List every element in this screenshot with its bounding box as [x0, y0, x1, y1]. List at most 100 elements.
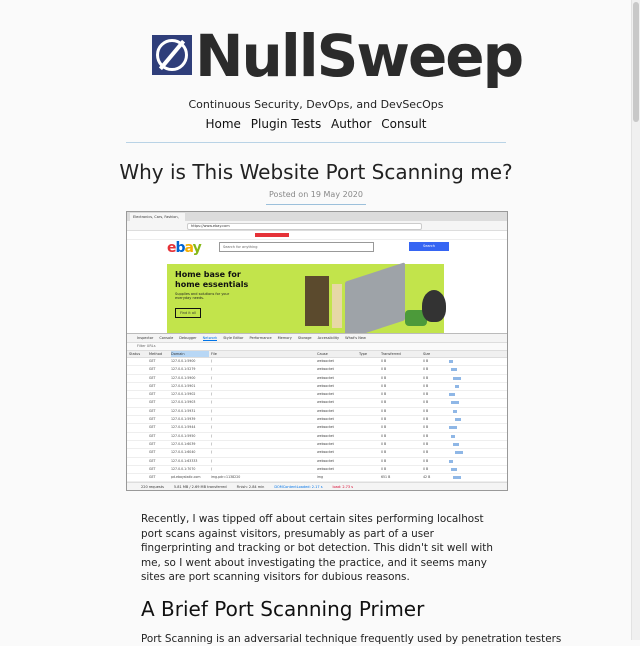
waterfall-bar: [449, 426, 457, 430]
section-paragraph: Port Scanning is an adversarial techniqu…: [141, 633, 562, 645]
network-cell-domain: 127.0.0.1:6040: [171, 450, 196, 455]
network-cell-file: /: [211, 466, 213, 471]
waterfall-bar: [449, 459, 453, 463]
coffee-bag-image: [305, 276, 329, 326]
network-cell-trans: 0 B: [381, 392, 387, 397]
main-nav: Home Plugin Tests Author Consult: [0, 117, 632, 131]
network-row: GET 127.0.0.1:5931 / websocket 0 B 0 B: [127, 408, 507, 417]
network-cell-method: GET: [149, 441, 156, 446]
network-cell-size: 0 B: [423, 450, 429, 455]
network-cell-file: /: [211, 359, 213, 363]
nav-home[interactable]: Home: [206, 117, 241, 131]
network-cell-cause: websocket: [317, 425, 334, 430]
devtools-panel: Inspector Console Debugger Network Style Edi…: [127, 333, 507, 490]
waterfall-bar: [453, 442, 459, 446]
network-cell-domain: 127.0.0.1:5903: [171, 400, 196, 405]
network-cell-cause: websocket: [317, 433, 334, 438]
network-row: GET 127.0.0.1:5903 / websocket 0 B 0 B: [127, 399, 507, 408]
network-cell-trans: 0 B: [381, 450, 387, 455]
network-cell-file: /: [211, 367, 213, 372]
network-cell-domain: 127.0.0.1:5939: [171, 417, 196, 422]
network-cell-file: /: [211, 433, 213, 438]
network-cell-domain: 127.0.0.1:5902: [171, 392, 196, 397]
page-scrollbar[interactable]: [631, 0, 640, 640]
network-cell-cause: websocket: [317, 367, 334, 372]
network-cell-file: /: [211, 408, 213, 413]
network-cell-size: 0 B: [423, 400, 429, 405]
section-heading: A Brief Port Scanning Primer: [141, 597, 425, 621]
devtools-filter: Filter URLs: [127, 343, 507, 351]
ebay-search-button: Search: [409, 242, 449, 251]
network-cell-size: 0 B: [423, 458, 429, 463]
network-cell-method: GET: [149, 408, 156, 413]
network-row: GET 127.0.0.1:7070 / websocket 0 B 0 B: [127, 466, 507, 475]
site-logo[interactable]: NullSweep: [152, 22, 524, 94]
network-row: GET 127.0.0.1:5279 / websocket 0 B 0 B: [127, 366, 507, 375]
network-cell-cause: websocket: [317, 441, 334, 446]
network-cell-size: 42 B: [423, 475, 431, 480]
network-cell-method: GET: [149, 359, 156, 363]
network-cell-method: GET: [149, 392, 156, 397]
devtools-toolbar: Inspector Console Debugger Network Style Edi…: [127, 334, 507, 343]
null-symbol-icon: [152, 35, 192, 75]
kettlebell-image: [422, 290, 446, 322]
network-cell-domain: 127.0.0.1:5900: [171, 359, 196, 363]
network-cell-file: /: [211, 392, 213, 397]
network-cell-trans: 0 B: [381, 417, 387, 422]
network-cell-method: GET: [149, 383, 156, 388]
network-cell-method: GET: [149, 475, 156, 480]
network-cell-method: GET: [149, 367, 156, 372]
snack-bar-image: [332, 284, 342, 328]
network-cell-cause: websocket: [317, 375, 334, 380]
network-cell-file: img.pdr=1138220: [211, 475, 241, 480]
devtools-statusbar: 220 requests 5.81 MB / 2.69 MB transferre…: [127, 482, 507, 490]
network-cell-file: /: [211, 450, 213, 455]
network-cell-method: GET: [149, 450, 156, 455]
ebay-topbar: [127, 231, 507, 240]
banner-heading: Home base for home essentials: [175, 270, 249, 289]
network-cell-domain: 127.0.0.1:6039: [171, 441, 196, 446]
network-cell-cause: websocket: [317, 466, 334, 471]
network-cell-file: /: [211, 375, 213, 380]
network-cell-domain: 127.0.0.1:5279: [171, 367, 196, 372]
network-cell-domain: 127.0.0.1:7070: [171, 466, 196, 471]
network-cell-domain: 127.0.0.1:5900: [171, 375, 196, 380]
waterfall-bar: [449, 360, 453, 363]
network-cell-cause: websocket: [317, 408, 334, 413]
network-cell-size: 0 B: [423, 441, 429, 446]
waterfall-bar: [451, 467, 457, 471]
network-cell-trans: 0 B: [381, 425, 387, 430]
waterfall-bar: [455, 418, 461, 422]
network-cell-file: /: [211, 441, 213, 446]
ebay-logo: ebay: [167, 240, 202, 256]
waterfall-bar: [453, 409, 457, 413]
network-cell-domain: pd.ebaystatic.com: [171, 475, 201, 480]
network-cell-method: GET: [149, 425, 156, 430]
network-cell-method: GET: [149, 466, 156, 471]
network-cell-file: /: [211, 400, 213, 405]
network-cell-size: 0 B: [423, 359, 429, 363]
nav-consult[interactable]: Consult: [381, 117, 426, 131]
banner-subtext: Supplies and solutions for your everyday…: [175, 292, 230, 300]
waterfall-bar: [449, 393, 455, 397]
network-row: GET 127.0.0.1:5900 / websocket 0 B 0 B: [127, 358, 507, 367]
network-row: GET 127.0.0.1:5901 / websocket 0 B 0 B: [127, 383, 507, 392]
network-cell-cause: websocket: [317, 458, 334, 463]
network-row: GET 127.0.0.1:5944 / websocket 0 B 0 B: [127, 424, 507, 433]
network-cell-method: GET: [149, 417, 156, 422]
network-cell-method: GET: [149, 375, 156, 380]
network-cell-domain: 127.0.0.1:5931: [171, 408, 196, 413]
nav-author[interactable]: Author: [331, 117, 371, 131]
network-row: GET 127.0.0.1:63333 / websocket 0 B 0 B: [127, 458, 507, 466]
laptop-image: [345, 262, 405, 340]
scrollbar-thumb[interactable]: [633, 2, 639, 122]
network-row: GET 127.0.0.1:5900 / websocket 0 B 0 B: [127, 375, 507, 383]
ebay-header: ebay Search for anything Search: [167, 240, 467, 256]
network-cell-domain: 127.0.0.1:63333: [171, 458, 198, 463]
network-row: GET 127.0.0.1:5939 / websocket 0 B 0 B: [127, 416, 507, 425]
network-cell-domain: 127.0.0.1:5950: [171, 433, 196, 438]
waterfall-bar: [453, 476, 461, 480]
nav-plugin-tests[interactable]: Plugin Tests: [251, 117, 321, 131]
network-cell-domain: 127.0.0.1:5944: [171, 425, 196, 430]
network-cell-cause: websocket: [317, 392, 334, 397]
